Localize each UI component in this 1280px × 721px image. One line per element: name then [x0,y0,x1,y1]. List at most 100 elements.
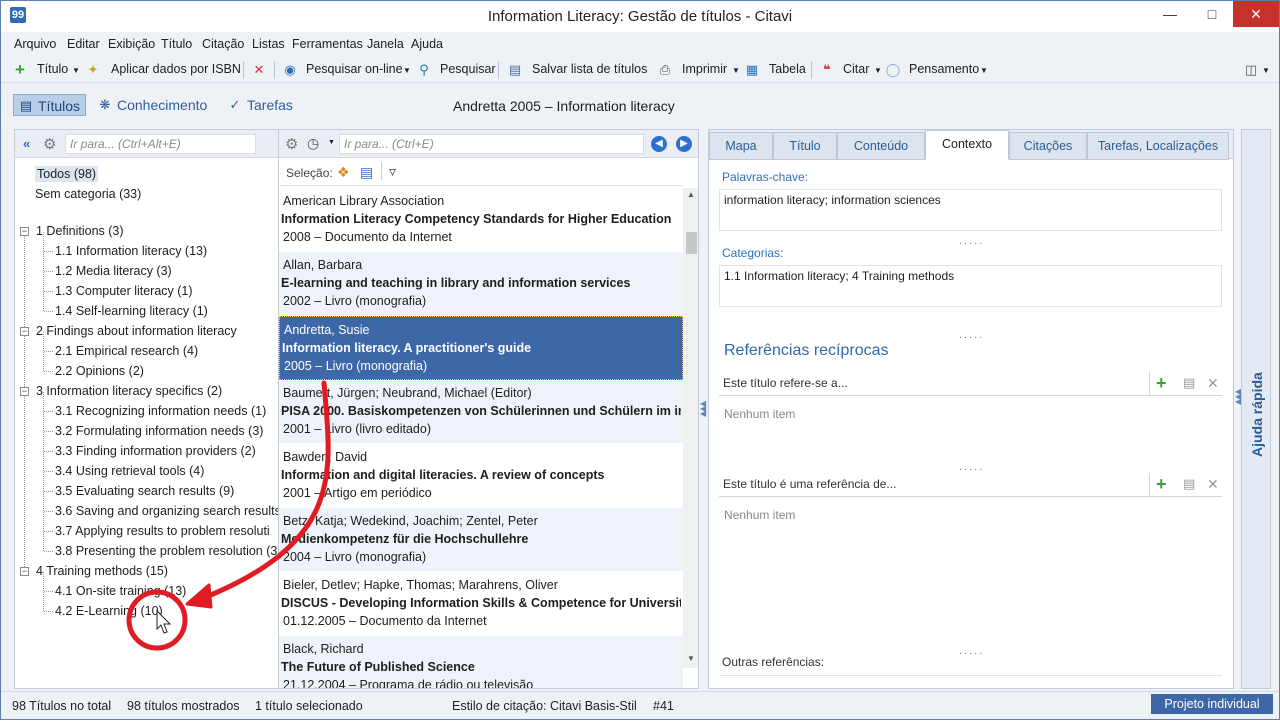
reference-search-input[interactable]: Ir para... (Ctrl+E) [339,134,644,154]
menu-exibicao[interactable]: Exibição [108,37,155,51]
save-list-button[interactable]: Salvar lista de títulos [532,62,647,76]
menu-arquivo[interactable]: Arquivo [14,37,56,51]
chevron-down-icon[interactable]: ▼ [72,66,80,75]
reference-row[interactable]: Black, Richard The Future of Published Sc… [279,636,683,688]
close-button[interactable]: ✕ [1233,1,1279,27]
quick-help-panel[interactable]: Ajuda rápida [1241,129,1271,689]
remove-icon[interactable]: ✕ [1207,372,1219,394]
menu-ferramentas[interactable]: Ferramentas [292,37,363,51]
category-item[interactable]: Sem categoria (33) [35,186,141,202]
delete-icon[interactable]: ✕ [251,62,267,78]
maximize-button[interactable]: □ [1191,1,1233,27]
category-item[interactable]: 1.1 Information literacy (13) [55,243,207,259]
category-item[interactable]: 2.1 Empirical research (4) [55,343,198,359]
copy-icon[interactable]: ▤ [1183,473,1195,495]
selection-list-icon[interactable]: ▤ [360,164,373,181]
category-item[interactable]: 3.3 Finding information providers (2) [55,443,256,459]
category-item[interactable]: 4 Training methods (15) [36,563,168,579]
category-item[interactable]: 3.4 Using retrieval tools (4) [55,463,204,479]
status-citation-style[interactable]: Estilo de citação: Citavi Basis-Stil [452,699,637,713]
categories-field[interactable]: 1.1 Information literacy; 4 Training met… [719,265,1222,307]
resize-grip[interactable]: ..... [959,645,984,657]
category-item[interactable]: 3.6 Saving and organizing search results [55,503,281,519]
reference-row[interactable]: Betz, Katja; Wedekind, Joachim; Zentel, … [279,508,683,572]
collapse-left-icon[interactable]: « [23,136,30,151]
filter-icon[interactable]: ▿ [389,163,396,180]
collapse-toggle-icon[interactable]: − [20,227,29,236]
category-item[interactable]: 3.5 Evaluating search results (9) [55,483,234,499]
isbn-button[interactable]: Aplicar dados por ISBN [111,62,241,76]
category-item[interactable]: 4.1 On-site training (13) [55,583,186,599]
gear-icon[interactable]: ⚙ [285,135,298,153]
reference-scrollbar[interactable]: ▲ ▼ [683,188,698,668]
resize-grip[interactable]: ..... [959,329,984,341]
reference-row[interactable]: Andretta, Susie Information literacy. A p… [279,316,683,380]
category-item[interactable]: 1.2 Media literacy (3) [55,263,172,279]
menu-editar[interactable]: Editar [67,37,100,51]
search-online-button[interactable]: Pesquisar on-line [306,62,403,76]
chevron-down-icon[interactable]: ▼ [1262,66,1270,75]
chevron-down-icon[interactable]: ▼ [732,66,740,75]
resize-grip[interactable]: ..... [959,461,984,473]
category-item[interactable]: 1.3 Computer literacy (1) [55,283,193,299]
project-type-button[interactable]: Projeto individual [1151,694,1273,714]
tab-tarefas-localizacoes[interactable]: Tarefas, Localizações [1087,132,1229,160]
collapse-toggle-icon[interactable]: − [20,567,29,576]
scroll-thumb[interactable] [686,232,697,254]
tab-citacoes[interactable]: Citações [1009,132,1087,160]
menu-citacao[interactable]: Citação [202,37,244,51]
print-button[interactable]: Imprimir [682,62,727,76]
category-item[interactable]: 3 Information literacy specifics (2) [36,383,222,399]
add-icon[interactable]: + [12,61,28,78]
next-arrow-icon[interactable]: ▶ [676,136,692,152]
tab-titulo[interactable]: Título [773,132,837,160]
copy-icon[interactable]: ▤ [1183,372,1195,394]
table-button[interactable]: Tabela [769,62,806,76]
category-item[interactable]: 2.2 Opinions (2) [55,363,144,379]
thought-button[interactable]: Pensamento [909,62,979,76]
selection-tag-icon[interactable]: ❖ [337,164,350,181]
resize-grip[interactable]: ..... [959,235,984,247]
tab-contexto[interactable]: Contexto [925,130,1009,160]
tab-mapa[interactable]: Mapa [709,132,773,160]
category-item[interactable]: Todos (98) [35,166,99,182]
category-item[interactable]: 1.4 Self-learning literacy (1) [55,303,208,319]
chevron-down-icon[interactable]: ▼ [874,66,882,75]
reference-row[interactable]: Allan, Barbara E-learning and teaching in… [279,252,683,316]
reference-row[interactable]: Bieler, Detlev; Hapke, Thomas; Marahrens… [279,572,683,636]
chevron-down-icon[interactable]: ▼ [980,66,988,75]
chevron-down-icon[interactable]: ▼ [328,139,335,146]
category-item[interactable]: 3.2 Formulating information needs (3) [55,423,263,439]
tab-conteudo[interactable]: Conteúdo [837,132,925,160]
scroll-down-icon[interactable]: ▼ [687,654,695,663]
category-search-input[interactable]: Ir para... (Ctrl+Alt+E) [65,134,256,154]
history-icon[interactable]: ◷ [307,135,319,152]
splitter-handle[interactable]: ◀ ◀ ◀ [700,400,706,421]
add-title-button[interactable]: Título [37,62,68,76]
reference-row[interactable]: Bawden, David Information and digital lit… [279,444,683,508]
menu-ajuda[interactable]: Ajuda [411,37,443,51]
collapse-toggle-icon[interactable]: − [20,387,29,396]
category-item[interactable]: 3.7 Applying results to problem resoluti [55,523,270,539]
chevron-down-icon[interactable]: ▼ [403,66,411,75]
scroll-up-icon[interactable]: ▲ [687,190,695,199]
layout-icon[interactable]: ◫ [1243,62,1259,78]
mode-knowledge[interactable]: ❋ Conhecimento [93,94,213,116]
keywords-field[interactable]: information literacy; information scienc… [719,189,1222,231]
add-icon[interactable]: + [1156,372,1167,394]
remove-icon[interactable]: ✕ [1207,473,1219,495]
cite-button[interactable]: Citar [843,62,869,76]
minimize-button[interactable]: — [1149,1,1191,27]
collapse-toggle-icon[interactable]: − [20,327,29,336]
add-icon[interactable]: + [1156,473,1167,495]
category-item[interactable]: 4.2 E-Learning (10) [55,603,163,619]
mode-titles[interactable]: ▤ Títulos [13,94,86,116]
mode-tasks[interactable]: ✓ Tarefas [223,94,303,116]
menu-titulo[interactable]: Título [161,37,192,51]
reference-row[interactable]: Baumert, Jürgen; Neubrand, Michael (Edit… [279,380,683,444]
category-item[interactable]: 1 Definitions (3) [36,223,124,239]
reference-row[interactable]: American Library Association Information … [279,188,683,252]
menu-janela[interactable]: Janela [367,37,404,51]
previous-arrow-icon[interactable]: ◀ [651,136,667,152]
category-item[interactable]: 2 Findings about information literacy [36,323,237,339]
